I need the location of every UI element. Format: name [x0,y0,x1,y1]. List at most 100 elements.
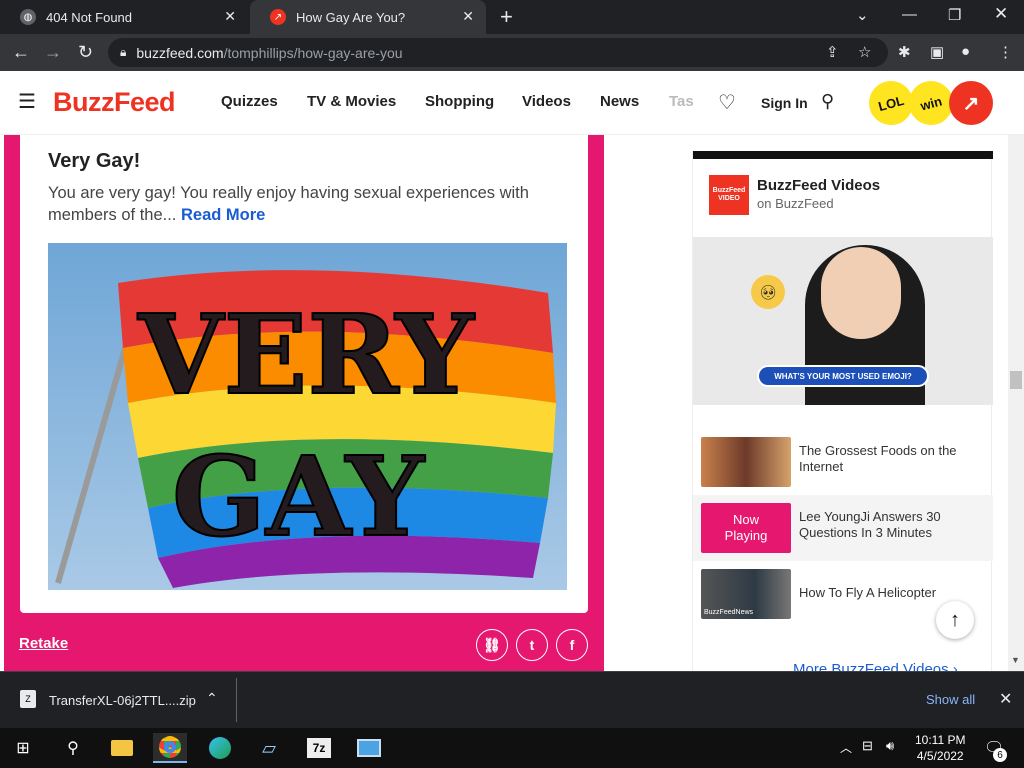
image-text-very: VERY [137,290,475,419]
video-player[interactable]: 🥺︎ WHAT'S YOUR MOST USED EMOJI? [693,237,993,405]
heart-icon[interactable]: ♡ [718,90,736,115]
channel-sub: on BuzzFeed [757,196,834,211]
sidebar-top-rule [693,151,993,159]
video-person-face [821,247,901,339]
close-tab-icon[interactable]: ✕ [224,8,236,25]
result-description-text: You are very gay! You really enjoy havin… [48,184,529,224]
tab-title: 404 Not Found [46,9,133,25]
browser-toolbar: ← → ↻ 🔒︎ buzzfeed.com /tomphillips/how-g… [0,34,1024,71]
nav-tasty[interactable]: Tas [669,93,694,110]
video-title: How To Fly A Helicopter [799,585,937,600]
page-content: Very Gay! You are very gay! You really e… [0,135,1024,671]
tab-quiz[interactable]: ↗ How Gay Are You? ✕ [250,0,486,34]
nav-quizzes[interactable]: Quizzes [221,93,278,110]
tab-search-icon[interactable]: ⌄ [856,6,869,24]
video-thumbnail: BuzzFeedNews [701,569,791,619]
page-scrollbar[interactable]: ▼ [1008,135,1024,671]
nav-videos[interactable]: Videos [522,93,571,110]
notification-count: 6 [993,748,1007,762]
download-filename[interactable]: TransferXL-06j2TTL....zip [49,693,196,708]
minimize-icon[interactable]: — [902,6,917,23]
close-download-bar-icon[interactable]: ✕ [999,689,1012,709]
side-panel-icon[interactable]: ▣ [930,43,944,61]
site-header: ☰ BuzzFeed Quizzes TV & Movies Shopping … [0,71,1024,135]
now-playing-badge: Now Playing [701,503,791,553]
file-explorer-icon[interactable] [105,733,139,763]
url-path: /tomphillips/how-gay-are-you [223,44,403,61]
back-icon[interactable]: ← [12,42,30,63]
sign-in-link[interactable]: Sign In [761,95,808,111]
new-tab-icon[interactable]: + [500,4,513,30]
video-sidebar: BuzzFeed VIDEO BuzzFeed Videos on BuzzFe… [692,151,993,671]
scroll-to-top-button[interactable]: ↑ [936,601,974,639]
result-title: Very Gay! [48,150,141,172]
globe-icon: ◍ [20,9,36,25]
extensions-icon[interactable]: ✱ [898,43,911,61]
video-list-item-now-playing[interactable]: Now Playing Lee YoungJi Answers 30 Quest… [693,495,993,561]
result-card: Very Gay! You are very gay! You really e… [4,135,604,671]
clock-time: 10:11 PM [915,733,966,747]
video-list-item[interactable]: The Grossest Foods on the Internet [693,429,993,495]
reload-icon[interactable]: ↻ [78,42,93,63]
7zip-label: 7z [307,738,331,758]
buzzfeed-logo[interactable]: BuzzFeed [53,87,176,118]
copy-link-icon[interactable]: ⛓ [476,629,508,661]
nav-tv-movies[interactable]: TV & Movies [307,93,396,110]
download-bar: Z TransferXL-06j2TTL....zip ⌃ Show all ✕ [0,671,1024,728]
share-icon[interactable]: ⇪ [826,43,839,61]
hamburger-menu-icon[interactable]: ☰ [18,92,36,112]
notepad-icon[interactable]: ▱ [252,733,286,763]
read-more-link[interactable]: Read More [181,206,265,224]
video-title: The Grossest Foods on the Internet [799,443,957,474]
menu-kebab-icon[interactable]: ⋮ [998,43,1013,61]
clock-date: 4/5/2022 [916,749,964,763]
windows-start-icon[interactable]: ⊞ [6,733,40,763]
profile-icon[interactable]: ● [961,43,970,60]
video-thumbnail [701,437,791,487]
forward-icon[interactable]: → [44,42,62,63]
search-icon[interactable]: ⚲ [821,91,834,112]
buzzfeed-trending-icon: ↗ [270,9,286,25]
trending-icon[interactable]: ↗ [949,81,993,125]
lock-icon: 🔒︎ [120,45,127,59]
video-title: Lee YoungJi Answers 30 Questions In 3 Mi… [799,509,941,540]
nav-news[interactable]: News [600,93,639,110]
video-banner: WHAT'S YOUR MOST USED EMOJI? [757,365,929,387]
edge-icon[interactable] [203,733,237,763]
close-tab-icon[interactable]: ✕ [462,8,474,25]
tab-404[interactable]: ◍ 404 Not Found ✕ [0,0,248,34]
facebook-icon[interactable]: f [556,629,588,661]
control-panel-icon[interactable] [352,733,386,763]
pleading-emoji-icon: 🥺︎ [751,275,785,309]
window-close-icon[interactable]: ✕ [994,4,1008,24]
url-host: buzzfeed.com [136,44,224,61]
result-description: You are very gay! You really enjoy havin… [48,182,568,226]
zip-file-icon: Z [20,690,36,708]
result-image: VERY GAY [48,243,567,590]
buzzfeed-video-logo: BuzzFeed VIDEO [709,175,749,215]
more-videos-link[interactable]: More BuzzFeed Videos › [793,661,958,671]
scrollbar-thumb[interactable] [1010,371,1022,389]
tab-title: How Gay Are You? [296,9,406,25]
chrome-icon[interactable] [153,733,187,763]
result-inner-card: Very Gay! You are very gay! You really e… [20,135,588,613]
scroll-down-arrow-icon[interactable]: ▼ [1011,655,1020,665]
search-icon[interactable]: ⚲ [56,733,90,763]
chevron-up-icon[interactable]: ⌃ [206,690,218,707]
image-text-gay: GAY [172,432,426,561]
7zip-icon[interactable]: 7z [302,733,336,763]
address-bar[interactable]: 🔒︎ buzzfeed.com /tomphillips/how-gay-are… [108,38,888,67]
volume-icon[interactable]: 🔊︎ [886,738,894,754]
bookmark-star-icon[interactable]: ☆ [858,43,871,61]
show-all-button[interactable]: Show all [926,692,975,707]
network-icon[interactable]: ⊟ [862,738,873,754]
windows-taskbar: ⊞ ⚲ ▱ 7z ︿ ⊟ 🔊︎ 10:11 PM 4/5/2022 🗨︎ 6 [0,728,1024,768]
channel-name: BuzzFeed Videos [757,177,881,194]
twitter-icon[interactable]: t [516,629,548,661]
restore-icon[interactable]: ❐ [948,6,961,24]
browser-tab-bar: ◍ 404 Not Found ✕ ↗ How Gay Are You? ✕ +… [0,0,1024,34]
show-hidden-icons-icon[interactable]: ︿ [840,739,852,756]
retake-link[interactable]: Retake [19,635,68,652]
clock[interactable]: 10:11 PM 4/5/2022 [915,732,965,764]
nav-shopping[interactable]: Shopping [425,93,494,110]
